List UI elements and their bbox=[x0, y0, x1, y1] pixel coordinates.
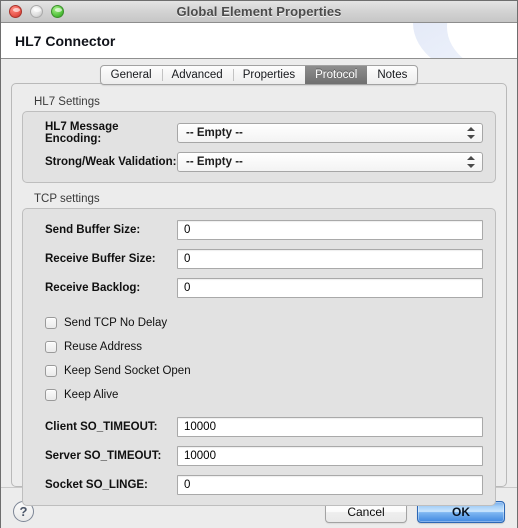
send-tcp-no-delay-row[interactable]: Send TCP No Delay bbox=[35, 312, 483, 333]
send-buffer-size-row: Send Buffer Size: 0 bbox=[35, 218, 483, 241]
socket-so-linger-value: 0 bbox=[184, 478, 191, 491]
title-bar[interactable]: Global Element Properties bbox=[1, 1, 517, 23]
window-controls bbox=[9, 5, 64, 18]
keep-alive-checkbox[interactable] bbox=[45, 388, 57, 401]
dialog-header: HL7 Connector bbox=[1, 23, 517, 59]
window-title: Global Element Properties bbox=[176, 4, 342, 19]
zoom-button-icon[interactable] bbox=[51, 5, 64, 18]
client-so-timeout-label: Client SO_TIMEOUT: bbox=[45, 420, 158, 433]
tab-advanced[interactable]: Advanced bbox=[161, 66, 233, 84]
client-so-timeout-input[interactable]: 10000 bbox=[177, 416, 483, 437]
tcp-settings-box: Send Buffer Size: 0 Receive Buffer Size:… bbox=[22, 208, 496, 506]
receive-backlog-row: Receive Backlog: 0 bbox=[35, 276, 483, 299]
tab-properties[interactable]: Properties bbox=[232, 66, 305, 84]
receive-buffer-size-row: Receive Buffer Size: 0 bbox=[35, 247, 483, 270]
tab-bar: General Advanced Properties Protocol Not… bbox=[1, 65, 517, 85]
receive-buffer-size-input[interactable]: 0 bbox=[177, 248, 483, 269]
socket-so-linger-row: Socket SO_LINGE: 0 bbox=[35, 473, 483, 496]
reuse-address-checkbox[interactable] bbox=[45, 340, 57, 353]
tab-protocol[interactable]: Protocol bbox=[305, 66, 368, 84]
protocol-tab-panel: HL7 Settings HL7 Message Encoding: -- Em… bbox=[11, 83, 507, 506]
hl7-message-encoding-value: -- Empty -- bbox=[186, 126, 243, 139]
tab-general[interactable]: General bbox=[101, 66, 162, 84]
global-element-properties-dialog: Global Element Properties HL7 Connector … bbox=[0, 0, 518, 528]
page-title: HL7 Connector bbox=[15, 32, 116, 49]
client-so-timeout-row: Client SO_TIMEOUT: 10000 bbox=[35, 415, 483, 438]
send-tcp-no-delay-label: Send TCP No Delay bbox=[64, 316, 168, 329]
hl7-message-encoding-label: HL7 Message Encoding: bbox=[45, 120, 119, 145]
keep-send-socket-open-checkbox[interactable] bbox=[45, 364, 57, 377]
server-so-timeout-value: 10000 bbox=[184, 449, 216, 462]
receive-buffer-size-value: 0 bbox=[184, 252, 191, 265]
strong-weak-validation-label: Strong/Weak Validation: bbox=[45, 155, 177, 168]
receive-backlog-label: Receive Backlog: bbox=[45, 281, 141, 294]
tab-notes[interactable]: Notes bbox=[367, 66, 417, 84]
server-so-timeout-input[interactable]: 10000 bbox=[177, 445, 483, 466]
chevron-updown-icon bbox=[467, 126, 476, 140]
strong-weak-validation-row: Strong/Weak Validation: -- Empty -- bbox=[35, 150, 483, 173]
hl7-message-encoding-select[interactable]: -- Empty -- bbox=[177, 122, 483, 143]
minimize-button-icon bbox=[30, 5, 43, 18]
hl7-settings-group: HL7 Settings HL7 Message Encoding: -- Em… bbox=[22, 96, 496, 183]
tcp-settings-title: TCP settings bbox=[34, 193, 100, 205]
keep-send-socket-open-row[interactable]: Keep Send Socket Open bbox=[35, 360, 483, 381]
tab-strip: General Advanced Properties Protocol Not… bbox=[99, 65, 419, 85]
server-so-timeout-row: Server SO_TIMEOUT: 10000 bbox=[35, 444, 483, 467]
receive-buffer-size-label: Receive Buffer Size: bbox=[45, 252, 156, 265]
receive-backlog-value: 0 bbox=[184, 281, 191, 294]
send-buffer-size-value: 0 bbox=[184, 223, 191, 236]
close-button-icon[interactable] bbox=[9, 5, 22, 18]
strong-weak-validation-value: -- Empty -- bbox=[186, 155, 243, 168]
chevron-updown-icon bbox=[467, 155, 476, 169]
send-tcp-no-delay-checkbox[interactable] bbox=[45, 316, 57, 329]
hl7-settings-box: HL7 Message Encoding: -- Empty -- Strong… bbox=[22, 111, 496, 183]
keep-send-socket-open-label: Keep Send Socket Open bbox=[64, 364, 191, 377]
send-buffer-size-label: Send Buffer Size: bbox=[45, 223, 141, 236]
reuse-address-label: Reuse Address bbox=[64, 340, 142, 353]
keep-alive-label: Keep Alive bbox=[64, 388, 119, 401]
client-so-timeout-value: 10000 bbox=[184, 420, 216, 433]
socket-so-linger-input[interactable]: 0 bbox=[177, 474, 483, 495]
receive-backlog-input[interactable]: 0 bbox=[177, 277, 483, 298]
server-so-timeout-label: Server SO_TIMEOUT: bbox=[45, 449, 162, 462]
tcp-settings-group: TCP settings Send Buffer Size: 0 Receive… bbox=[22, 193, 496, 506]
strong-weak-validation-select[interactable]: -- Empty -- bbox=[177, 151, 483, 172]
send-buffer-size-input[interactable]: 0 bbox=[177, 219, 483, 240]
socket-so-linger-label: Socket SO_LINGE: bbox=[45, 478, 148, 491]
hl7-settings-title: HL7 Settings bbox=[34, 96, 100, 108]
reuse-address-row[interactable]: Reuse Address bbox=[35, 336, 483, 357]
header-decoration-mask-icon bbox=[447, 23, 517, 58]
hl7-message-encoding-row: HL7 Message Encoding: -- Empty -- bbox=[35, 120, 483, 145]
keep-alive-row[interactable]: Keep Alive bbox=[35, 384, 483, 405]
dialog-body: General Advanced Properties Protocol Not… bbox=[1, 59, 517, 506]
